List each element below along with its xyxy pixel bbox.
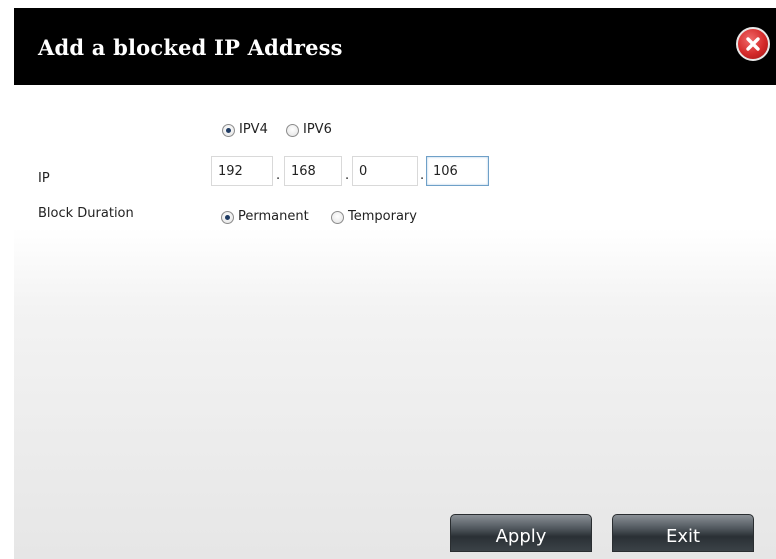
ipv6-label: IPV6	[303, 122, 332, 137]
ip-label: IP	[38, 171, 50, 186]
dialog-titlebar: Add a blocked IP Address	[14, 8, 776, 85]
close-icon	[746, 37, 760, 51]
permanent-label: Permanent	[238, 209, 309, 224]
ipv4-label: IPV4	[239, 122, 268, 137]
close-button[interactable]	[736, 27, 770, 61]
apply-button[interactable]: Apply	[450, 514, 592, 552]
temporary-label: Temporary	[348, 209, 417, 224]
add-blocked-ip-dialog: Add a blocked IP Address IPV4 IPV6 IP . …	[14, 8, 776, 559]
ip-octet-4-input[interactable]	[426, 156, 489, 186]
ip-octet-2-input[interactable]	[284, 156, 342, 186]
temporary-radio[interactable]	[331, 211, 344, 224]
permanent-radio[interactable]	[221, 211, 234, 224]
ip-separator: .	[345, 168, 350, 183]
dialog-title: Add a blocked IP Address	[38, 35, 343, 60]
ip-octet-1-input[interactable]	[211, 156, 273, 186]
block-duration-label: Block Duration	[38, 206, 134, 221]
ipv6-radio[interactable]	[286, 124, 299, 137]
ipv4-radio[interactable]	[222, 124, 235, 137]
ip-separator: .	[420, 168, 425, 183]
exit-button[interactable]: Exit	[612, 514, 754, 552]
ip-separator: .	[276, 168, 281, 183]
ip-octet-3-input[interactable]	[352, 156, 418, 186]
